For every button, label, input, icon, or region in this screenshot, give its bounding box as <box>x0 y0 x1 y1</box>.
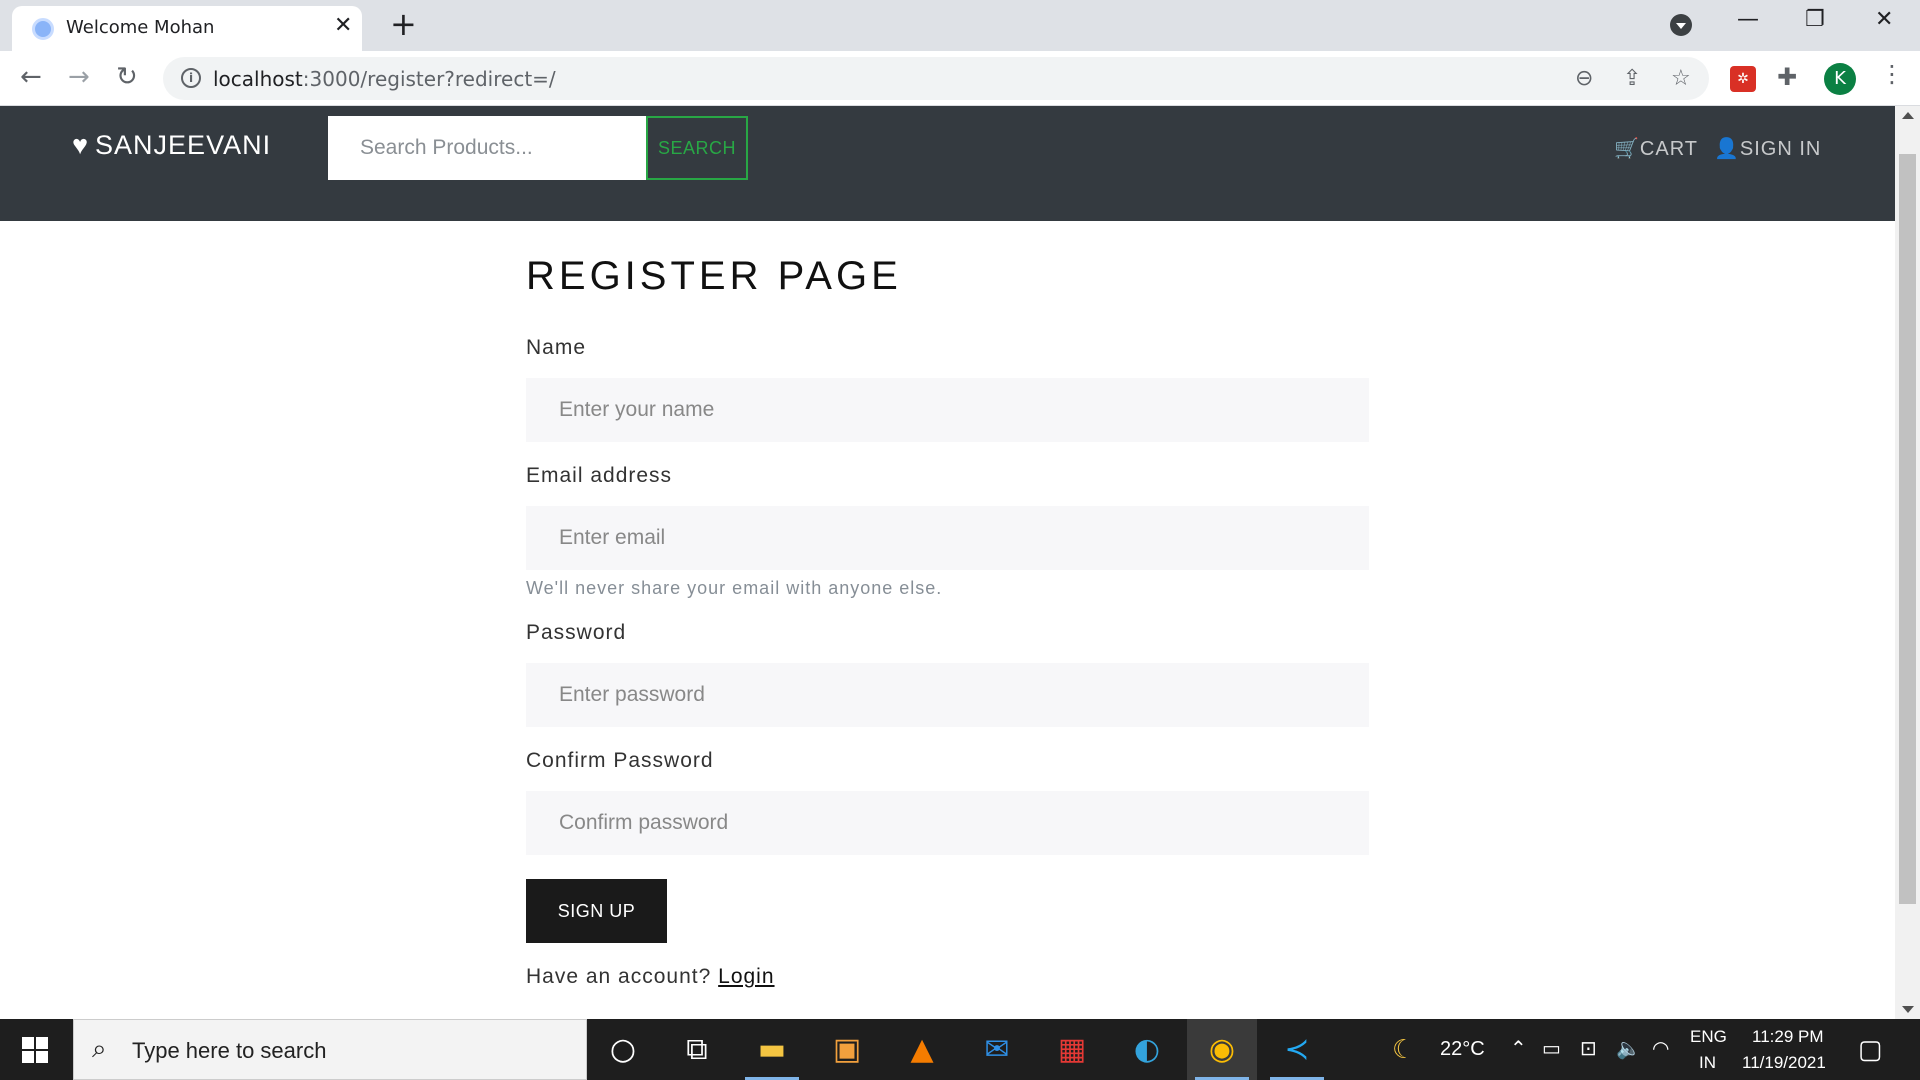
show-hidden-icons-icon[interactable]: ⌃ <box>1510 1019 1527 1080</box>
scroll-down-arrow-icon[interactable] <box>1902 1006 1914 1013</box>
name-label: Name <box>526 336 587 359</box>
tab-close-icon[interactable]: ✕ <box>334 14 352 38</box>
url-text[interactable]: localhost:3000/register?redirect=/ <box>213 67 556 91</box>
taskbar-search-placeholder: Type here to search <box>132 1038 327 1063</box>
tab-search-icon[interactable] <box>1670 14 1692 36</box>
cart-label: CART <box>1639 138 1698 160</box>
zoom-icon[interactable]: ⊖ <box>1575 67 1593 91</box>
cortana-icon[interactable]: ○ <box>588 1019 658 1080</box>
browser-toolbar: ← → ↻ i localhost:3000/register?redirect… <box>0 51 1920 106</box>
site-navbar: ♥SANJEEVANI SEARCH 🛒CART 👤SIGN IN <box>0 106 1895 221</box>
clock-time[interactable]: 11:29 PM <box>1752 1027 1824 1047</box>
notifications-icon[interactable]: ▢ <box>1858 1019 1883 1080</box>
browser-menu-icon[interactable]: ⋮ <box>1880 61 1904 87</box>
file-explorer-icon[interactable]: ▬ <box>737 1019 807 1080</box>
window-close-icon[interactable]: ✕ <box>1875 8 1893 32</box>
clock-date[interactable]: 11/19/2021 <box>1742 1053 1826 1073</box>
reload-icon[interactable]: ↻ <box>116 63 138 91</box>
login-prompt: Have an account? Login <box>526 965 1369 989</box>
globe-icon <box>32 18 54 40</box>
brand-logo[interactable]: ♥ SANJEEVANI <box>72 130 271 161</box>
password-label: Password <box>526 621 627 644</box>
restore-icon[interactable]: ❐ <box>1805 8 1825 32</box>
task-view-icon[interactable]: ⧉ <box>662 1019 732 1080</box>
battery-icon[interactable]: ▭ <box>1542 1019 1561 1080</box>
page-scrollbar[interactable] <box>1895 106 1920 1019</box>
have-account-text: Have an account? <box>526 965 712 988</box>
user-icon: 👤 <box>1714 138 1740 160</box>
mail-icon[interactable]: ✉ <box>962 1019 1032 1080</box>
page-viewport: ♥SANJEEVANI SEARCH 🛒CART 👤SIGN IN REGIST… <box>0 106 1895 1019</box>
windows-start-icon[interactable] <box>22 1037 48 1063</box>
password-field[interactable] <box>526 663 1369 727</box>
email-field[interactable] <box>526 506 1369 570</box>
volume-icon[interactable]: 🔈 <box>1616 1019 1641 1080</box>
vscode-icon[interactable]: ≺ <box>1262 1019 1332 1080</box>
login-link[interactable]: Login <box>718 965 774 988</box>
site-info-icon[interactable]: i <box>181 68 201 88</box>
profile-avatar[interactable]: K <box>1824 63 1856 95</box>
register-form: REGISTER PAGE Name Email address We'll n… <box>526 254 1369 989</box>
cart-link[interactable]: 🛒CART <box>1614 136 1698 161</box>
chrome-icon[interactable]: ◉ <box>1187 1019 1257 1080</box>
share-icon[interactable]: ⇪ <box>1623 67 1641 91</box>
extension-icon[interactable]: ✲ <box>1730 66 1756 92</box>
security-icon[interactable]: ⊡ <box>1580 1019 1597 1080</box>
brand-name: SANJEEVANI <box>95 130 272 160</box>
product-search-input[interactable] <box>328 116 646 180</box>
language-indicator[interactable]: ENG <box>1690 1027 1727 1047</box>
page-title: REGISTER PAGE <box>526 254 902 298</box>
address-bar[interactable]: i localhost:3000/register?redirect=/ ⊖ ⇪… <box>163 57 1709 100</box>
vlc-icon[interactable]: ▲ <box>887 1019 957 1080</box>
confirm-password-label: Confirm Password <box>526 749 714 772</box>
cart-icon: 🛒 <box>1614 138 1640 160</box>
app-tiles-icon[interactable]: ▦ <box>1037 1019 1107 1080</box>
scrollbar-thumb[interactable] <box>1899 154 1916 904</box>
confirm-password-field[interactable] <box>526 791 1369 855</box>
wifi-icon[interactable]: ◠ <box>1652 1019 1669 1080</box>
windows-taskbar: ⌕ Type here to search ○ ⧉ ▬ ▣ ▲ ✉ ▦ ◐ ◉ … <box>0 1019 1920 1080</box>
email-label: Email address <box>526 464 673 487</box>
search-button[interactable]: SEARCH <box>646 116 748 180</box>
sign-in-link[interactable]: 👤SIGN IN <box>1714 136 1821 161</box>
back-icon[interactable]: ← <box>20 63 42 91</box>
sign-in-label: SIGN IN <box>1739 138 1822 160</box>
search-icon: ⌕ <box>92 1034 107 1064</box>
new-tab-button[interactable]: + <box>390 8 417 40</box>
extensions-puzzle-icon[interactable]: ✚ <box>1777 63 1797 91</box>
forward-icon[interactable]: → <box>68 63 90 91</box>
temperature[interactable]: 22°C <box>1440 1019 1485 1080</box>
bookmark-star-icon[interactable]: ☆ <box>1671 67 1691 91</box>
name-field[interactable] <box>526 378 1369 442</box>
region-indicator[interactable]: IN <box>1699 1053 1716 1073</box>
minimize-icon[interactable]: — <box>1737 8 1759 32</box>
browser-tab-strip: Welcome Mohan ✕ + — ❐ ✕ <box>0 0 1920 51</box>
email-help-text: We'll never share your email with anyone… <box>526 578 943 598</box>
sign-up-button[interactable]: SIGN UP <box>526 879 667 943</box>
tab-title: Welcome Mohan <box>66 17 215 38</box>
taskbar-search-box[interactable]: ⌕ Type here to search <box>73 1019 587 1080</box>
url-host: localhost <box>213 67 303 91</box>
url-path: :3000/register?redirect=/ <box>302 67 556 91</box>
edge-icon[interactable]: ◐ <box>1112 1019 1182 1080</box>
heartbeat-icon: ♥ <box>72 130 90 160</box>
microsoft-store-icon[interactable]: ▣ <box>812 1019 882 1080</box>
browser-tab[interactable]: Welcome Mohan ✕ <box>12 6 362 51</box>
scroll-up-arrow-icon[interactable] <box>1902 112 1914 119</box>
weather-moon-icon[interactable]: ☾ <box>1392 1019 1415 1080</box>
